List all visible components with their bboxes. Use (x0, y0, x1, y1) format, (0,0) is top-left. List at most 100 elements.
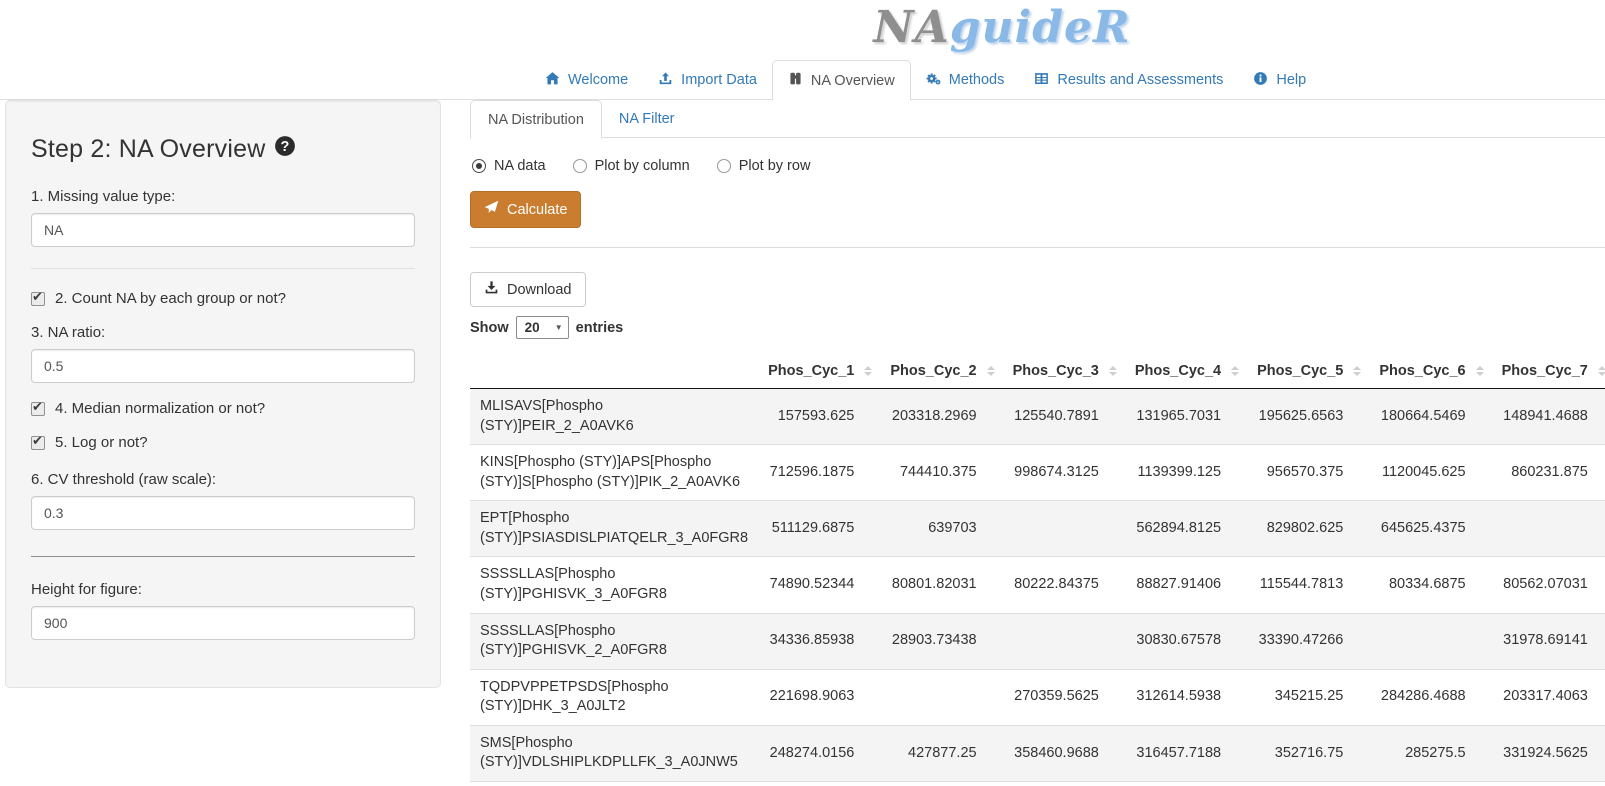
column-header-Phos_Cyc_2[interactable]: Phos_Cyc_2 (882, 354, 1004, 389)
table-row: EPT[Phospho (STY)]PSIASDISLPIATQELR_3_A0… (470, 501, 1605, 557)
value-cell: 352716.75 (1249, 725, 1371, 781)
page-length-select[interactable]: 20 ▼ (516, 316, 569, 339)
value-cell: 316457.7188 (1127, 725, 1249, 781)
na-ratio-label: 3. NA ratio: (31, 324, 415, 341)
value-cell: 30830.67578 (1127, 613, 1249, 669)
value-cell: 345215.25 (1249, 669, 1371, 725)
column-header-Phos_Cyc_3[interactable]: Phos_Cyc_3 (1005, 354, 1127, 389)
subtab-label: NA Filter (619, 111, 675, 127)
value-cell: 639703 (882, 501, 1004, 557)
sidebar-panel: Step 2: NA Overview ? 1. Missing value t… (5, 100, 441, 688)
calculate-button-label: Calculate (507, 202, 567, 218)
info-icon (1253, 71, 1268, 90)
nav-tab-results-and-assessments[interactable]: Results and Assessments (1019, 60, 1238, 100)
column-header-label: Phos_Cyc_6 (1379, 363, 1465, 379)
sidebar-title: Step 2: NA Overview ? (31, 135, 415, 164)
table-header-row: Phos_Cyc_1 Phos_Cyc_2 Phos_Cyc_3Phos_Cyc_4… (470, 354, 1605, 389)
sort-icon (1476, 366, 1484, 376)
sort-icon (1598, 366, 1605, 376)
radio-label: Plot by column (595, 158, 690, 174)
plot-type-radio-group: NA data Plot by column Plot by row (472, 158, 1605, 174)
value-cell: 829802.625 (1249, 501, 1371, 557)
column-header-Phos_Cyc_6[interactable]: Phos_Cyc_6 (1371, 354, 1493, 389)
radio-plot-by-row[interactable]: Plot by row (717, 158, 811, 174)
value-cell: 80334.6875 (1371, 557, 1493, 613)
checkbox-count-na[interactable]: ✔ 2. Count NA by each group or not? (31, 290, 415, 307)
svg-text:?: ? (281, 139, 290, 155)
column-header-label: Phos_Cyc_5 (1257, 363, 1343, 379)
row-name-cell: SMS[Phospho (STY)]VDLSHIPLKDPLLFK_3_A0JN… (470, 725, 760, 781)
row-name-cell: KINS[Phospho (STY)]APS[Phospho (STY)]S[P… (470, 445, 760, 501)
column-header-Phos_Cyc_5[interactable]: Phos_Cyc_5 (1249, 354, 1371, 389)
cv-threshold-label: 6. CV threshold (raw scale): (31, 471, 415, 488)
value-cell: 998674.3125 (1005, 445, 1127, 501)
table-row: SMS[Phospho (STY)]VDLSHIPLKDPLLFK_3_A0JN… (470, 725, 1605, 781)
entries-label: entries (576, 320, 624, 336)
download-button[interactable]: Download (470, 272, 586, 307)
value-cell: 358460.9688 (1005, 725, 1127, 781)
value-cell: 80222.84375 (1005, 557, 1127, 613)
table-row: SSSSLLAS[Phospho (STY)]PGHISVK_3_A0FGR87… (470, 557, 1605, 613)
value-cell: 203318.2969 (882, 389, 1004, 445)
value-cell: 645625.4375 (1371, 501, 1493, 557)
main-content: NA Distribution NA Filter NA data Plot b… (470, 100, 1605, 782)
cv-threshold-input[interactable]: 0.3 (31, 496, 415, 530)
value-cell: 80801.82031 (882, 557, 1004, 613)
subtab-label: NA Distribution (488, 112, 584, 128)
value-cell: 180664.5469 (1371, 389, 1493, 445)
radio-na-data[interactable]: NA data (472, 158, 546, 174)
value-cell: 131965.7031 (1127, 389, 1249, 445)
nav-tab-label: Results and Assessments (1057, 72, 1223, 88)
row-name-cell: EPT[Phospho (STY)]PSIASDISLPIATQELR_3_A0… (470, 501, 760, 557)
na-ratio-input[interactable]: 0.5 (31, 349, 415, 383)
download-button-label: Download (507, 282, 572, 298)
column-header-Phos_Cyc_7[interactable]: Phos_Cyc_7 (1494, 354, 1605, 389)
value-cell: 1120045.625 (1371, 445, 1493, 501)
nav-tab-help[interactable]: Help (1238, 60, 1321, 100)
value-cell: 285275.5 (1371, 725, 1493, 781)
missing-value-type-input[interactable]: NA (31, 213, 415, 247)
value-cell: 860231.875 (1494, 445, 1605, 501)
calculate-button[interactable]: Calculate (470, 191, 581, 228)
nav-tab-label: Methods (949, 72, 1005, 88)
value-cell: 115544.7813 (1249, 557, 1371, 613)
nav-tab-na-overview[interactable]: NA Overview (772, 60, 911, 101)
missing-value-type-label: 1. Missing value type: (31, 188, 415, 205)
value-cell: 284286.4688 (1371, 669, 1493, 725)
column-header-label: Phos_Cyc_2 (890, 363, 976, 379)
radio-icon (717, 159, 731, 173)
question-icon[interactable]: ? (274, 135, 296, 164)
checkbox-icon: ✔ (31, 436, 45, 450)
nav-tab-welcome[interactable]: Welcome (530, 60, 643, 100)
nav-tab-label: NA Overview (811, 73, 895, 89)
value-cell: 712596.1875 (760, 445, 882, 501)
nav-tabs: Welcome Import Data NA Overview Methods … (530, 60, 1321, 100)
value-cell: 511129.6875 (760, 501, 882, 557)
nav-tab-label: Help (1276, 72, 1306, 88)
value-cell: 203317.4063 (1494, 669, 1605, 725)
column-header-Phos_Cyc_4[interactable]: Phos_Cyc_4 (1127, 354, 1249, 389)
sidebar-title-text: Step 2: NA Overview (31, 135, 265, 164)
page: NAguideR Welcome Import Data NA Overview… (0, 0, 1605, 786)
figure-height-label: Height for figure: (31, 581, 415, 598)
gears-icon (926, 71, 941, 90)
value-cell: 427877.25 (882, 725, 1004, 781)
column-header-Phos_Cyc_1[interactable]: Phos_Cyc_1 (760, 354, 882, 389)
value-cell: 34336.85938 (760, 613, 882, 669)
table-row: TQDPVPPETPSDS[Phospho (STY)]DHK_3_A0JLT2… (470, 669, 1605, 725)
value-cell: 562894.8125 (1127, 501, 1249, 557)
download-icon (484, 280, 499, 299)
checkbox-median-normalization[interactable]: ✔ 4. Median normalization or not? (31, 400, 415, 417)
radio-plot-by-column[interactable]: Plot by column (573, 158, 690, 174)
page-length-value: 20 (525, 320, 540, 335)
nav-tab-methods[interactable]: Methods (911, 60, 1020, 100)
row-names-column-header[interactable] (470, 354, 760, 389)
tab-na-filter[interactable]: NA Filter (602, 100, 692, 138)
top-navbar: Welcome Import Data NA Overview Methods … (0, 60, 1605, 100)
column-header-label: Phos_Cyc_1 (768, 363, 854, 379)
checkbox-log-or-not[interactable]: ✔ 5. Log or not? (31, 434, 415, 451)
figure-height-input[interactable]: 900 (31, 606, 415, 640)
nav-tab-import-data[interactable]: Import Data (643, 60, 772, 100)
table-icon (1034, 71, 1049, 90)
tab-na-distribution[interactable]: NA Distribution (470, 100, 602, 139)
